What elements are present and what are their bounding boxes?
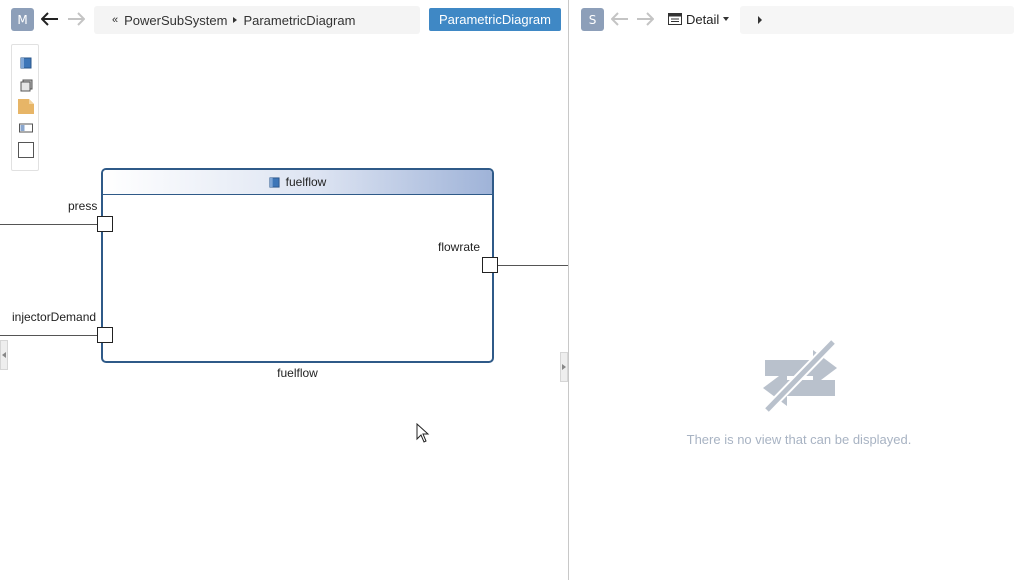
diagram-pane: M « PowerSubSystem ParametricDiagram Par… [0,0,568,580]
view-selector-label: Detail [686,11,720,27]
breadcrumb-separator-icon [233,17,238,23]
back-arrow-icon[interactable] [610,9,630,29]
block-name-label: fuelflow [277,366,318,380]
breadcrumb-item-powersubsystem[interactable]: PowerSubSystem [124,13,227,28]
connector-press[interactable] [0,224,97,225]
chevron-down-icon [723,17,730,21]
block-icon[interactable] [18,55,34,71]
block-header: fuelflow [103,170,492,195]
tool-palette [11,44,39,171]
spec-badge[interactable]: S [581,8,604,31]
specification-pane: S Detail There is no view that can be di… [569,0,1028,580]
port-label-injector-demand: injectorDemand [12,310,97,324]
rectangle-icon[interactable] [18,142,34,158]
note-icon[interactable] [18,98,34,114]
connector-injector-demand[interactable] [0,335,97,336]
view-selector-dropdown[interactable]: Detail [668,8,730,30]
connector-flowrate[interactable] [497,265,568,266]
block-title: fuelflow [285,175,327,189]
empty-state-message: There is no view that can be displayed. [686,432,912,447]
forward-arrow-icon[interactable] [635,9,655,29]
model-badge[interactable]: M [11,8,34,31]
stack-icon[interactable] [18,77,34,93]
port-injector-demand[interactable] [97,327,113,343]
port-flowrate[interactable] [482,257,498,273]
property-icon[interactable] [18,120,34,136]
port-label-flowrate: flowrate [438,240,481,254]
diagram-tab[interactable]: ParametricDiagram [429,8,561,31]
mouse-cursor-icon [416,423,430,443]
detail-view-icon [668,13,682,25]
pane-collapse-handle[interactable] [560,352,568,382]
right-breadcrumb-bar [740,6,1014,34]
port-label-press: press [68,199,98,213]
left-collapse-handle[interactable] [0,340,8,370]
breadcrumb-expand-icon[interactable] [758,16,762,24]
no-view-icon [761,336,839,416]
port-press[interactable] [97,216,113,232]
back-arrow-icon[interactable] [40,9,60,29]
block-icon [269,176,280,188]
breadcrumb: « PowerSubSystem ParametricDiagram [94,6,420,34]
breadcrumb-item-parametricdiagram[interactable]: ParametricDiagram [243,13,355,28]
forward-arrow-icon[interactable] [66,9,86,29]
fuelflow-block[interactable]: fuelflow [101,168,494,363]
breadcrumb-collapse-icon[interactable]: « [112,14,118,26]
